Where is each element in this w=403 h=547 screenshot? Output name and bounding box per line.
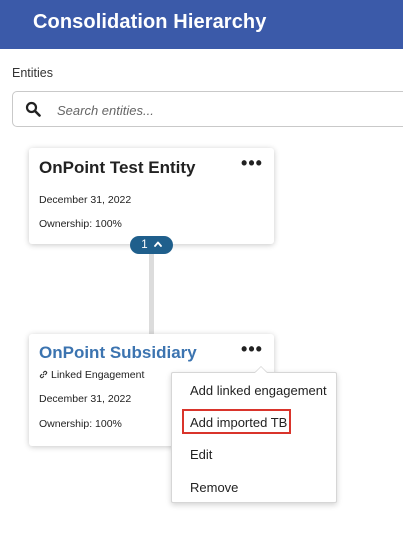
app-header: Consolidation Hierarchy [0, 0, 403, 49]
menu-item-edit[interactable]: Edit [190, 447, 212, 462]
entity-date: December 31, 2022 [39, 194, 132, 206]
chevron-up-icon [153, 241, 162, 247]
menu-item-remove[interactable]: Remove [190, 480, 238, 495]
more-icon[interactable]: ••• [240, 340, 264, 358]
link-icon [39, 370, 48, 379]
more-icon[interactable]: ••• [240, 154, 264, 172]
entity-ownership: Ownership: 100% [39, 418, 122, 430]
linked-engagement-label: Linked Engagement [51, 369, 145, 381]
menu-item-add-linked-engagement[interactable]: Add linked engagement [190, 383, 327, 398]
entity-name[interactable]: OnPoint Test Entity [39, 158, 195, 178]
menu-item-add-imported-tb[interactable]: Add imported TB [190, 415, 287, 430]
entity-date: December 31, 2022 [39, 393, 132, 405]
entity-name[interactable]: OnPoint Subsidiary [39, 343, 197, 363]
search-icon [25, 101, 41, 117]
entity-context-menu: Add linked engagement Add imported TB Ed… [171, 372, 337, 503]
children-count: 1 [141, 239, 148, 251]
search-box[interactable] [12, 91, 403, 127]
page-title: Consolidation Hierarchy [33, 11, 267, 33]
entities-label: Entities [12, 66, 53, 80]
hierarchy-connector [149, 252, 154, 342]
entity-card-parent[interactable]: OnPoint Test Entity ••• December 31, 202… [29, 148, 274, 244]
linked-engagement-badge: Linked Engagement [39, 369, 144, 381]
search-input[interactable] [55, 99, 399, 121]
entity-ownership: Ownership: 100% [39, 218, 122, 230]
children-count-toggle[interactable]: 1 [130, 236, 173, 254]
menu-pointer-inner [255, 367, 267, 373]
